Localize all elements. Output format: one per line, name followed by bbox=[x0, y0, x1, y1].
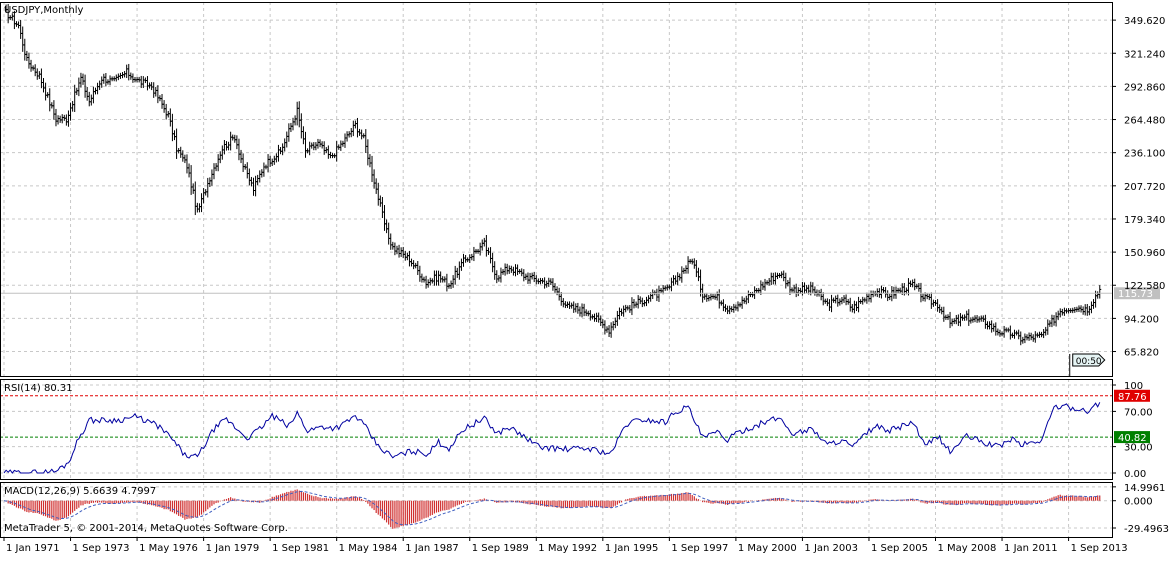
rsi-label: RSI(14) 80.31 bbox=[4, 383, 73, 394]
x-tick-label: 1 Jan 2011 bbox=[1004, 543, 1058, 554]
x-tick-label: 1 Jan 1995 bbox=[605, 543, 659, 554]
price-y-tick-label: 264.480 bbox=[1124, 116, 1165, 127]
x-tick-label: 1 Sep 2013 bbox=[1071, 543, 1128, 554]
price-y-tick-label: 122.580 bbox=[1124, 281, 1165, 292]
x-tick-label: 1 Sep 1981 bbox=[272, 543, 329, 554]
price-y-tick-label: 150.960 bbox=[1124, 248, 1165, 259]
x-tick-label: 1 Jan 1971 bbox=[6, 543, 60, 554]
x-tick-label: 1 Jan 1987 bbox=[405, 543, 459, 554]
metatrader-chart[interactable]: 00:50 115.73 87.76 40.82 349.620 321.240 292.… bbox=[0, 0, 1172, 557]
rsi-upper-level-label: 87.76 bbox=[1118, 392, 1147, 403]
symbol-label: USDJPY,Monthly bbox=[4, 5, 84, 16]
x-tick-label: 1 May 1984 bbox=[339, 543, 398, 554]
x-tick-label: 1 Jan 1979 bbox=[206, 543, 260, 554]
price-y-tick-label: 94.200 bbox=[1124, 314, 1159, 325]
x-tick-label: 1 May 1976 bbox=[139, 543, 198, 554]
macd-y-tick-label: 14.9961 bbox=[1124, 483, 1165, 494]
copyright-label: MetaTrader 5, © 2001-2014, MetaQuotes So… bbox=[4, 523, 288, 534]
price-y-tick-label: 349.620 bbox=[1124, 16, 1165, 27]
price-y-tick-label: 207.720 bbox=[1124, 182, 1165, 193]
x-tick-label: 1 May 2000 bbox=[738, 543, 797, 554]
price-y-tick-label: 179.340 bbox=[1124, 215, 1165, 226]
chart-svg: 00:50 115.7387.7640.82349.620321.240292.… bbox=[0, 0, 1172, 557]
x-tick-label: 1 Sep 1973 bbox=[73, 543, 130, 554]
x-tick-label: 1 Jan 2003 bbox=[804, 543, 858, 554]
macd-y-tick-label: -29.4963 bbox=[1124, 524, 1169, 535]
x-tick-label: 1 May 2008 bbox=[938, 543, 997, 554]
x-tick-label: 1 Sep 1989 bbox=[472, 543, 529, 554]
rsi-y-tick-label: 100 bbox=[1124, 381, 1143, 392]
price-y-tick-label: 236.100 bbox=[1124, 149, 1165, 160]
macd-label: MACD(12,26,9) 5.6639 4.7997 bbox=[4, 486, 156, 497]
x-tick-label: 1 May 1992 bbox=[538, 543, 597, 554]
rsi-y-tick-label: 0.00 bbox=[1124, 469, 1146, 480]
price-y-tick-label: 65.820 bbox=[1124, 348, 1159, 359]
timer-label: 00:50 bbox=[1076, 357, 1102, 367]
rsi-y-tick-label: 70.00 bbox=[1124, 407, 1153, 418]
x-tick-label: 1 Sep 1997 bbox=[671, 543, 728, 554]
macd-y-tick-label: 0.000 bbox=[1124, 497, 1153, 508]
price-y-tick-label: 292.860 bbox=[1124, 82, 1165, 93]
rsi-y-tick-label: 30.00 bbox=[1124, 443, 1153, 454]
x-tick-label: 1 Sep 2005 bbox=[871, 543, 928, 554]
price-y-tick-label: 321.240 bbox=[1124, 49, 1165, 60]
